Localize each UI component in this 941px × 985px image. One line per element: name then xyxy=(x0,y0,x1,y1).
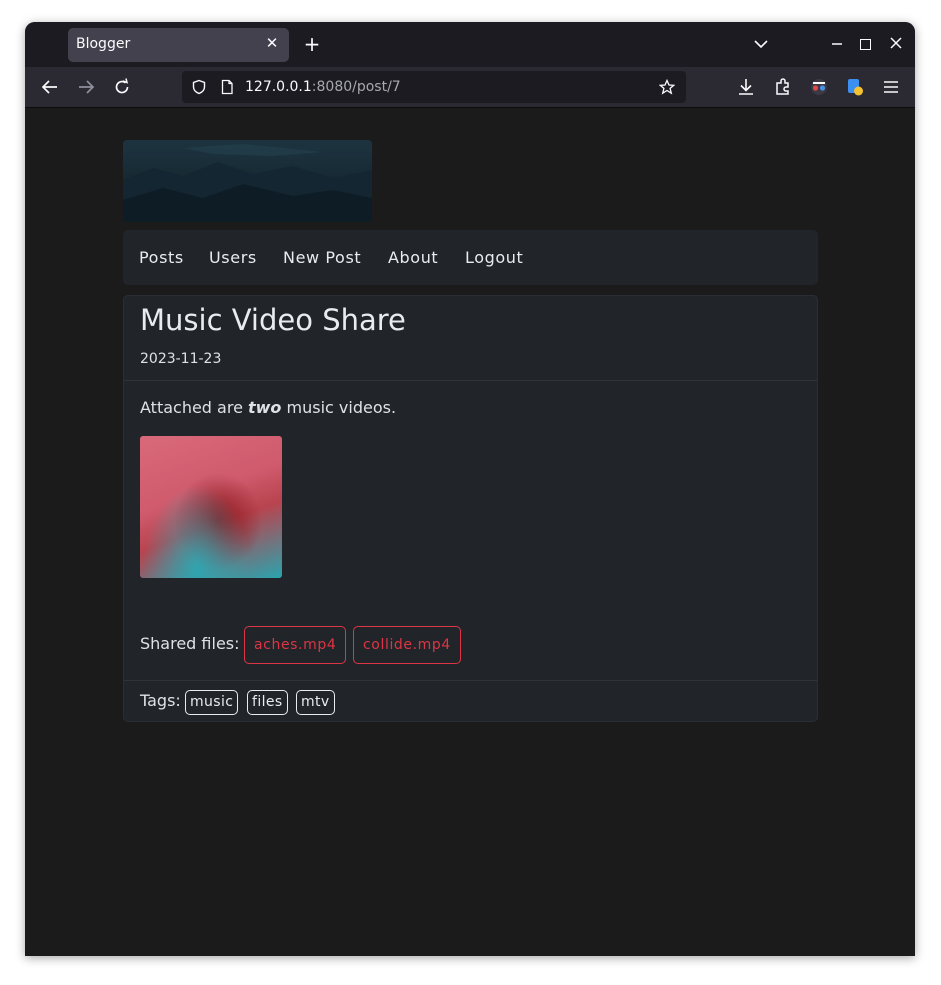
tab-list-chevron-icon[interactable] xyxy=(753,36,769,52)
tag-files[interactable]: files xyxy=(247,690,288,715)
tab-strip: Blogger ✕ + xyxy=(25,22,915,67)
tags-label: Tags: xyxy=(140,691,181,710)
shared-files-label: Shared files: xyxy=(140,634,240,653)
tab-blogger[interactable]: Blogger ✕ xyxy=(68,28,289,62)
forward-arrow-icon[interactable] xyxy=(76,77,96,97)
emphasis-text: two xyxy=(248,398,282,417)
tab-title: Blogger xyxy=(76,36,131,52)
url-bar[interactable]: 127.0.0.1:8080/post/7 xyxy=(182,71,686,103)
reload-icon[interactable] xyxy=(112,77,132,97)
close-tab-icon[interactable]: ✕ xyxy=(263,34,281,52)
extension-badge-icon[interactable] xyxy=(845,77,865,97)
post-header: Music Video Share 2023-11-23 xyxy=(124,296,817,381)
back-arrow-icon[interactable] xyxy=(40,77,60,97)
extensions-puzzle-icon[interactable] xyxy=(773,77,793,97)
downloads-icon[interactable] xyxy=(736,77,756,97)
browser-window: Blogger ✕ + 127.0.0.1:8080/post/7 Posts … xyxy=(25,22,915,956)
header-banner-image xyxy=(123,140,372,222)
post-footer: Tags: music files mtv xyxy=(124,680,817,724)
nav-link-about[interactable]: About xyxy=(388,248,438,267)
tag-music[interactable]: music xyxy=(185,690,239,715)
nav-link-logout[interactable]: Logout xyxy=(465,248,523,267)
page-content: Posts Users New Post About Logout Music … xyxy=(25,108,915,956)
nav-link-posts[interactable]: Posts xyxy=(139,248,184,267)
mountain-landscape-image xyxy=(123,144,372,222)
bookmark-star-icon[interactable] xyxy=(659,79,675,95)
post-thumbnail-image xyxy=(140,436,282,578)
post-body: Attached are two music videos. xyxy=(140,398,397,417)
post-title: Music Video Share xyxy=(140,303,406,337)
maximize-icon[interactable] xyxy=(860,39,871,50)
extension-glasses-icon[interactable] xyxy=(809,77,829,97)
tag-mtv[interactable]: mtv xyxy=(296,690,335,715)
page-info-icon[interactable] xyxy=(219,79,235,95)
main-nav: Posts Users New Post About Logout xyxy=(123,230,818,285)
shield-icon[interactable] xyxy=(191,79,207,95)
nav-link-users[interactable]: Users xyxy=(209,248,257,267)
menu-hamburger-icon[interactable] xyxy=(881,77,901,97)
new-tab-icon[interactable]: + xyxy=(302,34,322,54)
file-link-collide[interactable]: collide.mp4 xyxy=(353,626,461,664)
nav-link-new-post[interactable]: New Post xyxy=(283,248,361,267)
navigation-toolbar: 127.0.0.1:8080/post/7 xyxy=(25,67,915,108)
minimize-icon[interactable] xyxy=(831,35,843,53)
post-card: Music Video Share 2023-11-23 Attached ar… xyxy=(123,295,818,722)
window-close-icon[interactable] xyxy=(889,36,903,50)
post-date: 2023-11-23 xyxy=(140,351,222,367)
url-text: 127.0.0.1:8080/post/7 xyxy=(245,79,401,95)
file-link-aches[interactable]: aches.mp4 xyxy=(244,626,347,664)
